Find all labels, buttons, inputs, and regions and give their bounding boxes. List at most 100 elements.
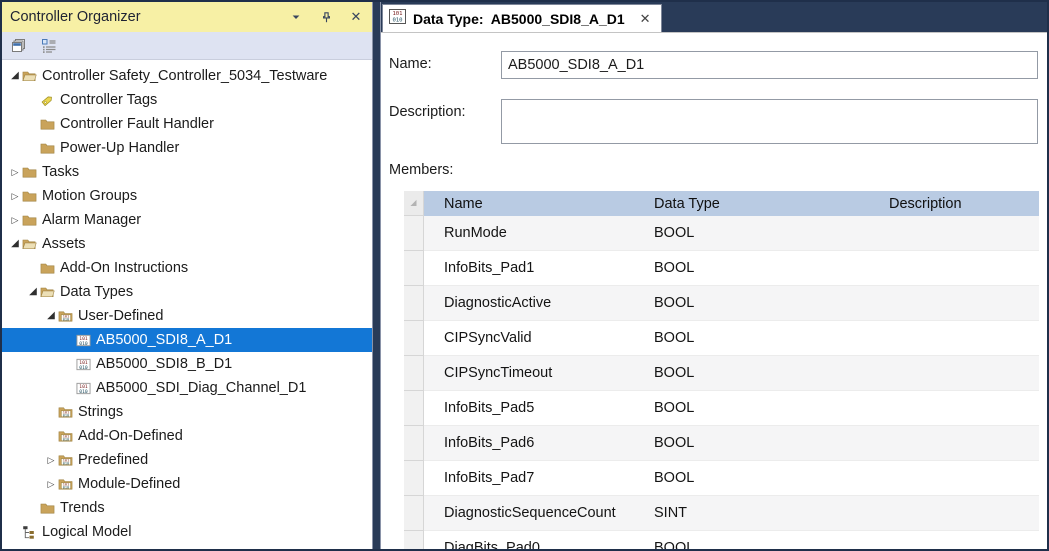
member-name-cell[interactable]: InfoBits_Pad7 — [424, 461, 634, 496]
member-data-type-cell[interactable]: BOOL — [634, 531, 869, 549]
tree-item[interactable]: ◢Controller Safety_Controller_5034_Testw… — [2, 64, 372, 88]
member-name-cell[interactable]: DiagnosticActive — [424, 286, 634, 321]
row-selector-cell[interactable] — [404, 391, 424, 426]
pin-icon[interactable] — [318, 9, 334, 25]
row-selector-cell[interactable] — [404, 496, 424, 531]
tree-expand-arrow-icon[interactable]: ◢ — [44, 304, 58, 328]
member-name-cell[interactable]: CIPSyncTimeout — [424, 356, 634, 391]
member-data-type-cell[interactable]: BOOL — [634, 286, 869, 321]
member-name-cell[interactable]: CIPSyncValid — [424, 321, 634, 356]
member-description-cell[interactable] — [869, 426, 1039, 461]
titlebar-icons: ✕ — [288, 9, 364, 25]
row-selector-cell[interactable] — [404, 251, 424, 286]
row-selector-cell[interactable] — [404, 531, 424, 549]
tree-item[interactable]: ▷Alarm Manager — [2, 208, 372, 232]
tree-expand-arrow-icon[interactable]: ◢ — [8, 64, 22, 88]
member-description-cell[interactable] — [869, 496, 1039, 531]
tree-expand-arrow-icon[interactable]: ▷ — [8, 184, 22, 208]
cascade-windows-icon[interactable] — [9, 36, 29, 56]
name-input[interactable] — [501, 51, 1038, 79]
tree-item[interactable]: 101010AB5000_SDI_Diag_Channel_D1 — [2, 376, 372, 400]
member-data-type-cell[interactable]: BOOL — [634, 321, 869, 356]
tree-item-label: User-Defined — [78, 308, 169, 324]
member-name-cell[interactable]: InfoBits_Pad6 — [424, 426, 634, 461]
member-description-cell[interactable] — [869, 531, 1039, 549]
tab-data-type[interactable]: 101010 Data Type: AB5000_SDI8_A_D1 ✕ — [382, 4, 662, 32]
tree-item[interactable]: ▷101010Module-Defined — [2, 472, 372, 496]
member-description-cell[interactable] — [869, 321, 1039, 356]
tree-item-label: Trends — [60, 500, 111, 516]
tree-expand-arrow-icon[interactable]: ◢ — [26, 280, 40, 304]
tree-item-label: Motion Groups — [42, 188, 143, 204]
member-description-cell[interactable] — [869, 286, 1039, 321]
member-data-type-cell[interactable]: BOOL — [634, 461, 869, 496]
tree-expand-arrow-icon[interactable]: ▷ — [8, 208, 22, 232]
member-data-type-cell[interactable]: BOOL — [634, 251, 869, 286]
row-selector-cell[interactable] — [404, 356, 424, 391]
member-description-cell[interactable] — [869, 356, 1039, 391]
tree-item[interactable]: Logical Model — [2, 520, 372, 544]
tree-item[interactable]: 101010AB5000_SDI8_A_D1 — [2, 328, 372, 352]
member-description-cell[interactable] — [869, 216, 1039, 251]
member-data-type-cell[interactable]: BOOL — [634, 426, 869, 461]
tree-item[interactable]: ◢Data Types — [2, 280, 372, 304]
tree-item[interactable]: Add-On Instructions — [2, 256, 372, 280]
member-row: RunModeBOOL — [404, 216, 1039, 251]
tree-item-label: Controller Fault Handler — [60, 116, 220, 132]
members-table-header: ◢ Name Data Type Description — [404, 191, 1039, 216]
select-all-cell[interactable]: ◢ — [404, 191, 424, 216]
outline-view-icon[interactable] — [39, 36, 59, 56]
tree-item[interactable]: ▷101010Predefined — [2, 448, 372, 472]
row-selector-cell[interactable] — [404, 321, 424, 356]
window-menu-chevron-icon[interactable] — [288, 9, 304, 25]
tree-item[interactable]: 101010Add-On-Defined — [2, 424, 372, 448]
member-data-type-cell[interactable]: SINT — [634, 496, 869, 531]
member-name-cell[interactable]: DiagnosticSequenceCount — [424, 496, 634, 531]
tree-item[interactable]: ◢101010User-Defined — [2, 304, 372, 328]
member-name-cell[interactable]: DiagBits_Pad0 — [424, 531, 634, 549]
panel-splitter[interactable] — [372, 2, 381, 549]
tree-expand-arrow-icon[interactable]: ◢ — [8, 232, 22, 256]
tree-item[interactable]: ▷Tasks — [2, 160, 372, 184]
tab-close-icon[interactable]: ✕ — [640, 11, 651, 27]
tree-expand-arrow-icon[interactable]: ▷ — [44, 472, 58, 496]
folder-open-icon — [22, 237, 38, 252]
tree-item[interactable]: Controller Fault Handler — [2, 112, 372, 136]
member-name-cell[interactable]: InfoBits_Pad5 — [424, 391, 634, 426]
tree-expand-arrow-icon[interactable]: ▷ — [8, 160, 22, 184]
close-icon[interactable]: ✕ — [348, 9, 364, 25]
row-selector-cell[interactable] — [404, 286, 424, 321]
member-name-cell[interactable]: InfoBits_Pad1 — [424, 251, 634, 286]
member-description-cell[interactable] — [869, 251, 1039, 286]
member-data-type-cell[interactable]: BOOL — [634, 216, 869, 251]
column-header-name[interactable]: Name — [424, 191, 634, 216]
folder-icon — [40, 117, 56, 132]
member-row: CIPSyncValidBOOL — [404, 321, 1039, 356]
member-data-type-cell[interactable]: BOOL — [634, 356, 869, 391]
tree-expand-arrow-icon[interactable]: ▷ — [44, 448, 58, 472]
column-header-description[interactable]: Description — [869, 191, 1039, 216]
svg-text:010: 010 — [79, 388, 88, 394]
tree-item[interactable]: ◢Assets — [2, 232, 372, 256]
tree-item[interactable]: 101010Strings — [2, 400, 372, 424]
row-selector-cell[interactable] — [404, 216, 424, 251]
tree-item-label: AB5000_SDI8_A_D1 — [96, 332, 238, 348]
description-input[interactable] — [501, 99, 1038, 144]
tree-item[interactable]: ▷ Motion Groups — [2, 184, 372, 208]
folder-icon — [22, 165, 38, 180]
row-selector-cell[interactable] — [404, 426, 424, 461]
member-description-cell[interactable] — [869, 461, 1039, 496]
column-header-data-type[interactable]: Data Type — [634, 191, 869, 216]
tree-item[interactable]: Controller Tags — [2, 88, 372, 112]
row-selector-cell[interactable] — [404, 461, 424, 496]
data-type-icon: 101010 — [389, 9, 406, 29]
svg-text:010: 010 — [63, 437, 69, 441]
tree-item[interactable]: Power-Up Handler — [2, 136, 372, 160]
tree-item[interactable]: Trends — [2, 496, 372, 520]
member-data-type-cell[interactable]: BOOL — [634, 391, 869, 426]
member-description-cell[interactable] — [869, 391, 1039, 426]
tree-item-label: Controller Tags — [60, 92, 163, 108]
tree-item[interactable]: 101010AB5000_SDI8_B_D1 — [2, 352, 372, 376]
member-name-cell[interactable]: RunMode — [424, 216, 634, 251]
svg-text:010: 010 — [63, 413, 69, 417]
